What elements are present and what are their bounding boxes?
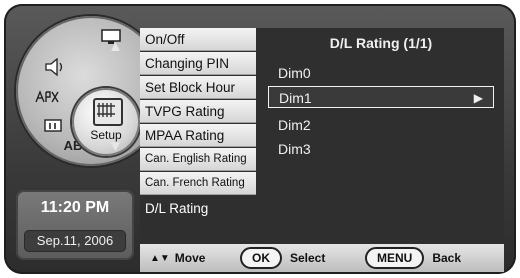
channel-icon[interactable] (30, 86, 64, 108)
move-label: Move (174, 251, 206, 265)
select-hint: OK Select (240, 247, 365, 269)
play-arrow-icon: ▶ (473, 91, 483, 105)
menu-item-can-french-rating[interactable]: Can. French Rating (140, 172, 256, 195)
dl-rating-panel: D/L Rating (1/1) Dim0 Dim1 ▶ Dim2 Dim3 (258, 28, 504, 244)
clock-date: Sep.11, 2006 (24, 230, 126, 252)
menu-item-changing-pin[interactable]: Changing PIN (140, 52, 256, 75)
setup-icon (93, 98, 123, 126)
menu-item-can-english-rating[interactable]: Can. English Rating (140, 148, 256, 171)
sound-icon[interactable] (38, 56, 72, 78)
lock-menu-list: On/Off Changing PIN Set Block Hour TVPG … (140, 28, 256, 244)
menu-item-tvpg-rating[interactable]: TVPG Rating (140, 100, 256, 123)
hint-bar: ▲▼ Move OK Select MENU Back (140, 244, 504, 272)
ok-key[interactable]: OK (240, 247, 282, 269)
menu-item-mpaa-rating[interactable]: MPAA Rating (140, 124, 256, 147)
down-arrow-button[interactable]: ▼ (108, 138, 123, 155)
setup-button[interactable]: Setup (72, 88, 140, 156)
time-icon[interactable] (36, 114, 70, 136)
lock-menu-screen: On/Off Changing PIN Set Block Hour TVPG … (140, 28, 504, 272)
back-label: Back (432, 251, 462, 265)
select-label: Select (290, 251, 326, 265)
option-dim3[interactable]: Dim3 (268, 138, 494, 160)
menu-item-set-block-hour[interactable]: Set Block Hour (140, 76, 256, 99)
back-hint: MENU Back (365, 247, 461, 269)
clock-time: 11:20 PM (40, 199, 110, 216)
option-dim2[interactable]: Dim2 (268, 114, 494, 136)
menu-item-dl-rating[interactable]: D/L Rating (140, 196, 256, 222)
option-dim1-label: Dim1 (279, 90, 312, 106)
clock-panel: 11:20 PM Sep.11, 2006 (16, 190, 134, 260)
menu-key[interactable]: MENU (365, 247, 425, 269)
setup-label: Setup (90, 128, 122, 142)
option-dim1[interactable]: Dim1 ▶ (268, 86, 494, 108)
option-dim0[interactable]: Dim0 (268, 62, 494, 84)
move-hint: ▲▼ Move (150, 251, 240, 265)
move-arrows-icon: ▲▼ (150, 252, 170, 264)
up-arrow-button[interactable]: ▲ (108, 38, 123, 55)
panel-title: D/L Rating (1/1) (329, 35, 433, 51)
menu-item-on-off[interactable]: On/Off (140, 28, 256, 51)
